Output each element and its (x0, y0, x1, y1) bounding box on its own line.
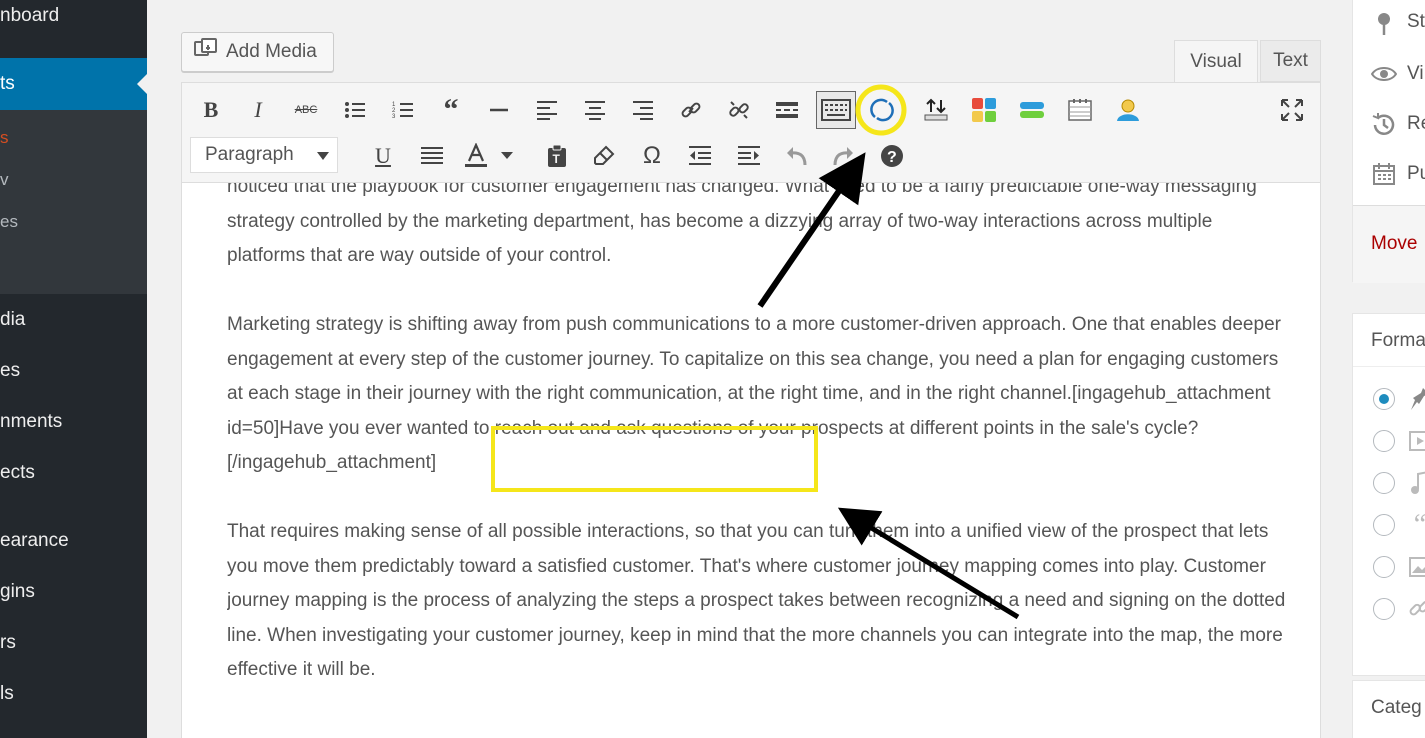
clear-formatting-icon[interactable] (586, 138, 622, 174)
admin-sidebar: nboard ts s v es dia es nments ects eara… (0, 0, 147, 738)
revisions-label: Re (1407, 113, 1425, 134)
tab-visual[interactable]: Visual (1174, 40, 1258, 82)
format-radio-standard[interactable] (1373, 388, 1395, 410)
insert-link-icon[interactable] (673, 92, 709, 128)
format-radio-link[interactable] (1373, 598, 1395, 620)
content-paragraph-3: That requires making sense of all possib… (227, 521, 1286, 680)
calendar-icon (1371, 161, 1397, 187)
ingagehub-insert-icon[interactable] (864, 92, 900, 128)
right-sidebar: St Vi Re Pu Move Forma (1352, 0, 1425, 738)
remove-link-icon[interactable] (721, 92, 757, 128)
sidebar-item-appearance[interactable]: earance (0, 530, 69, 552)
strikethrough-icon[interactable]: ABC (288, 92, 324, 128)
sidebar-item-posts-label: ts (0, 73, 15, 94)
chevron-down-icon (317, 152, 329, 160)
sidebar-item-posts-active[interactable]: ts (0, 58, 147, 110)
paste-as-text-icon[interactable]: T (539, 138, 575, 174)
format-divider (1353, 366, 1425, 367)
bold-icon[interactable]: B (193, 92, 229, 128)
submenu-item-new[interactable]: v (0, 170, 9, 190)
svg-text:T: T (553, 152, 561, 166)
link-icon (1407, 596, 1425, 622)
status-label: St (1407, 11, 1425, 32)
sidebar-item-pages[interactable]: es (0, 360, 20, 382)
indent-icon[interactable] (731, 138, 767, 174)
help-icon[interactable]: ? (874, 138, 910, 174)
sidebar-item-media[interactable]: dia (0, 309, 25, 331)
sidebar-submenu: s v es (0, 110, 147, 294)
submenu-item-categories[interactable]: es (0, 212, 18, 232)
redo-icon[interactable] (825, 138, 861, 174)
read-more-icon[interactable] (769, 92, 805, 128)
add-media-label: Add Media (226, 41, 317, 62)
submenu-item-all[interactable]: s (0, 128, 9, 148)
user-profile-icon[interactable] (1110, 92, 1146, 128)
post-editor: B I ABC 123 “ Paragraph U T Ω ? noticed … (181, 82, 1321, 738)
table-icon[interactable] (1062, 92, 1098, 128)
content-paragraph-1: noticed that the playbook for customer e… (227, 183, 1257, 266)
italic-icon[interactable]: I (240, 92, 276, 128)
svg-text:3: 3 (392, 114, 396, 120)
format-radio-video[interactable] (1373, 430, 1395, 452)
sidebar-item-dashboard[interactable]: nboard (0, 5, 59, 27)
text-color-dropdown-icon[interactable] (497, 138, 517, 174)
special-character-icon[interactable]: Ω (634, 138, 670, 174)
format-radio-image[interactable] (1373, 556, 1395, 578)
content-paragraph-2: Marketing strategy is shifting away from… (227, 314, 1281, 473)
publish-box: St Vi Re Pu Move (1352, 0, 1425, 283)
editor-toolbar: B I ABC 123 “ Paragraph U T Ω ? (182, 83, 1320, 183)
sidebar-item-plugins[interactable]: gins (0, 581, 35, 603)
revisions-icon (1371, 112, 1397, 138)
toggle-bars-icon[interactable] (1014, 92, 1050, 128)
pushpin-icon (1407, 386, 1425, 412)
sidebar-item-tools[interactable]: ls (0, 683, 14, 705)
align-left-icon[interactable] (529, 92, 565, 128)
format-radio-quote[interactable] (1373, 514, 1395, 536)
sidebar-item-users[interactable]: rs (0, 632, 16, 654)
video-icon (1407, 428, 1425, 454)
publish-actions: Move (1353, 205, 1425, 283)
publish-date-label: Pu (1407, 163, 1425, 184)
upload-download-icon[interactable] (918, 92, 954, 128)
sidebar-item-comments[interactable]: nments (0, 411, 62, 433)
undo-icon[interactable] (779, 138, 815, 174)
move-to-trash-link[interactable]: Move (1371, 233, 1417, 255)
sidebar-item-projects[interactable]: ects (0, 462, 35, 484)
bulleted-list-icon[interactable] (337, 92, 373, 128)
svg-text:?: ? (887, 149, 897, 166)
quote-icon: “ (1413, 509, 1425, 540)
eye-icon (1371, 61, 1397, 87)
align-center-icon[interactable] (577, 92, 613, 128)
fullscreen-icon[interactable] (1274, 92, 1310, 128)
media-icon (194, 38, 218, 66)
numbered-list-icon[interactable]: 123 (385, 92, 421, 128)
image-icon (1407, 554, 1425, 580)
categories-box: Categ (1352, 680, 1425, 738)
underline-icon[interactable]: U (365, 138, 401, 174)
wordpress-editor-screen: nboard ts s v es dia es nments ects eara… (0, 0, 1425, 738)
editor-content[interactable]: noticed that the playbook for customer e… (227, 183, 1287, 738)
add-media-button[interactable]: Add Media (181, 32, 334, 72)
paragraph-format-select[interactable]: Paragraph (190, 137, 338, 173)
format-radio-audio[interactable] (1373, 472, 1395, 494)
format-select-value: Paragraph (205, 144, 294, 165)
music-note-icon (1407, 470, 1425, 496)
blockquote-icon[interactable]: “ (433, 92, 469, 128)
justify-icon[interactable] (414, 138, 450, 174)
horizontal-line-icon[interactable] (481, 92, 517, 128)
align-right-icon[interactable] (625, 92, 661, 128)
outdent-icon[interactable] (682, 138, 718, 174)
format-box-title: Forma (1371, 330, 1425, 351)
visibility-label: Vi (1407, 63, 1424, 84)
tab-text[interactable]: Text (1260, 40, 1321, 82)
categories-box-title: Categ (1371, 697, 1422, 718)
text-color-icon[interactable] (464, 138, 488, 174)
color-grid-icon[interactable] (966, 92, 1002, 128)
format-box: Forma “ (1352, 313, 1425, 676)
toolbar-toggle-icon[interactable] (816, 91, 856, 129)
pin-icon (1371, 11, 1397, 37)
